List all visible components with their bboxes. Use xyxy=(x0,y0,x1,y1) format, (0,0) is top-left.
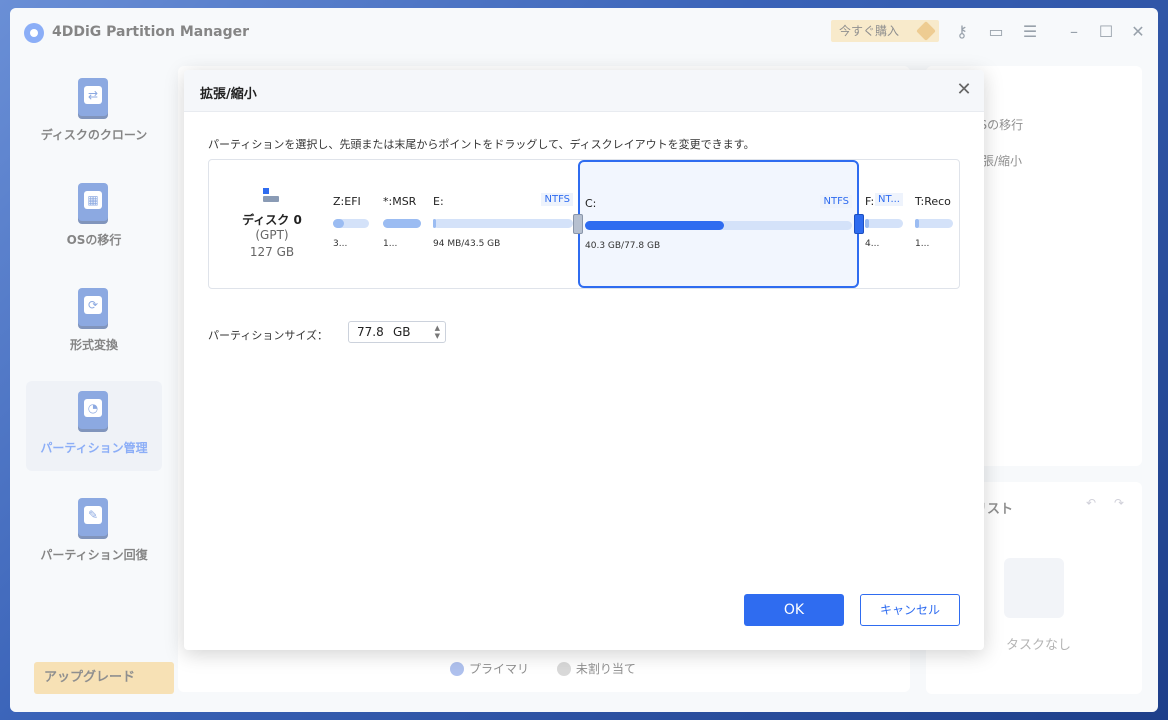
partition-t-recovery[interactable]: T:Reco 1... xyxy=(915,160,953,288)
partition-usage-bar xyxy=(433,219,573,228)
partition-size-input[interactable]: 77.8 GB ▲ ▼ xyxy=(348,321,446,343)
partition-usage-bar xyxy=(585,221,852,230)
disk-size: 127 GB xyxy=(249,245,295,259)
cancel-button[interactable]: キャンセル xyxy=(860,594,960,626)
partition-usage: 1... xyxy=(383,239,398,249)
disk-name: ディスク 0 xyxy=(242,213,302,227)
partition-usage-fill xyxy=(915,219,919,228)
partition-z-efi[interactable]: Z:EFI 3... xyxy=(333,160,369,288)
partition-msr[interactable]: *:MSR 1... xyxy=(383,160,421,288)
partition-usage-fill xyxy=(585,221,724,230)
partition-fs: NTFS xyxy=(820,195,852,208)
partition-f[interactable]: F: NT... 4... xyxy=(865,160,903,288)
disk-icon xyxy=(263,188,279,202)
partition-e[interactable]: E: NTFS 94 MB/43.5 GB xyxy=(433,160,573,288)
resize-dialog: 拡張/縮小 ✕ パーティションを選択し、先頭または末尾からポイントをドラッグして… xyxy=(184,70,984,650)
partition-usage-bar xyxy=(915,219,953,228)
drag-handle-end[interactable] xyxy=(854,214,864,234)
partition-fs: NTFS xyxy=(541,193,573,206)
partition-c-selected[interactable]: C: NTFS 40.3 GB/77.8 GB xyxy=(578,160,859,288)
partition-usage-bar xyxy=(333,219,369,228)
partition-usage-bar xyxy=(865,219,903,228)
partition-usage: 1... xyxy=(915,239,930,249)
instruction-text: パーティションを選択し、先頭または末尾からポイントをドラッグして、ディスクレイア… xyxy=(208,138,755,151)
partition-usage: 3... xyxy=(333,239,348,249)
partition-size-label: パーティションサイズ： xyxy=(208,329,329,342)
partition-usage: 4... xyxy=(865,239,880,249)
stepper-icon[interactable]: ▲ ▼ xyxy=(435,324,440,340)
partition-name: E: xyxy=(433,195,444,208)
partition-usage-fill xyxy=(433,219,436,228)
partition-name: T:Reco xyxy=(915,195,951,208)
partition-name: C: xyxy=(585,197,597,210)
disk-layout: ディスク 0 (GPT) 127 GB Z:EFI 3... *:MSR 1..… xyxy=(208,159,960,289)
close-icon[interactable]: ✕ xyxy=(954,80,974,100)
partition-usage-bar xyxy=(383,219,421,228)
partition-usage-fill xyxy=(865,219,869,228)
drag-handle-start[interactable] xyxy=(573,214,583,234)
dialog-header: 拡張/縮小 ✕ xyxy=(184,70,984,112)
ok-button[interactable]: OK xyxy=(744,594,844,626)
partition-name: Z:EFI xyxy=(333,195,361,208)
partition-name: *:MSR xyxy=(383,195,417,208)
partition-usage-fill xyxy=(383,219,421,228)
partition-usage-fill xyxy=(333,219,344,228)
partition-fs: NT... xyxy=(875,193,903,206)
partition-usage: 94 MB/43.5 GB xyxy=(433,239,501,249)
partition-size-value: 77.8 xyxy=(357,325,384,339)
partition-size-unit: GB xyxy=(393,325,411,339)
dialog-title: 拡張/縮小 xyxy=(200,87,257,102)
disk-type: (GPT) xyxy=(255,228,289,242)
partition-name: F: xyxy=(865,195,875,208)
partition-usage: 40.3 GB/77.8 GB xyxy=(585,241,661,251)
